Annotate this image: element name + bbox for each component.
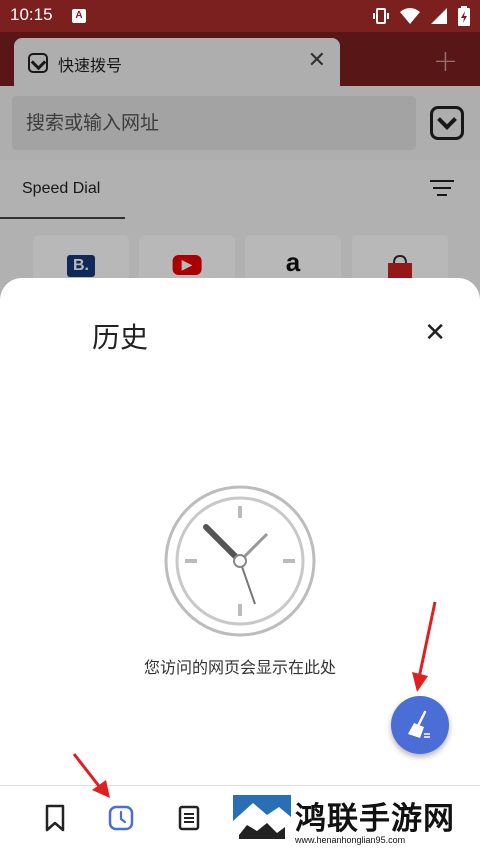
clear-history-button[interactable]	[391, 696, 449, 754]
site-watermark: 鸿联手游网 www.henanhonglian95.com	[233, 793, 480, 853]
vibrate-icon	[373, 8, 389, 24]
battery-icon	[458, 6, 470, 26]
status-icons	[372, 6, 470, 26]
nav-bookmarks[interactable]	[40, 802, 70, 834]
notes-icon	[178, 805, 200, 831]
watermark-url: www.henanhonglian95.com	[295, 835, 406, 845]
watermark-logo-icon	[233, 795, 291, 841]
history-title: 历史	[92, 321, 149, 354]
status-time: 10:15	[10, 5, 53, 24]
status-bar: 10:15 A	[0, 0, 480, 32]
history-empty-message: 您访问的网页会显示在此处	[143, 658, 336, 677]
history-panel: 历史 ✕ 您访问的网页会显示在此处	[0, 278, 480, 785]
wifi-icon	[400, 8, 420, 24]
annotation-arrow-fab	[412, 601, 437, 692]
annotation-arrow-history	[72, 753, 110, 798]
bookmarks-icon	[45, 804, 65, 832]
nav-notes[interactable]	[174, 802, 204, 834]
broom-icon	[408, 710, 430, 738]
history-icon	[108, 805, 134, 831]
notification-a-icon: A	[72, 9, 86, 23]
watermark-text: 鸿联手游网	[295, 801, 455, 837]
close-icon[interactable]: ✕	[424, 318, 446, 348]
clock-illustration-icon	[164, 485, 316, 637]
nav-history[interactable]	[106, 802, 136, 834]
signal-icon	[431, 8, 447, 24]
